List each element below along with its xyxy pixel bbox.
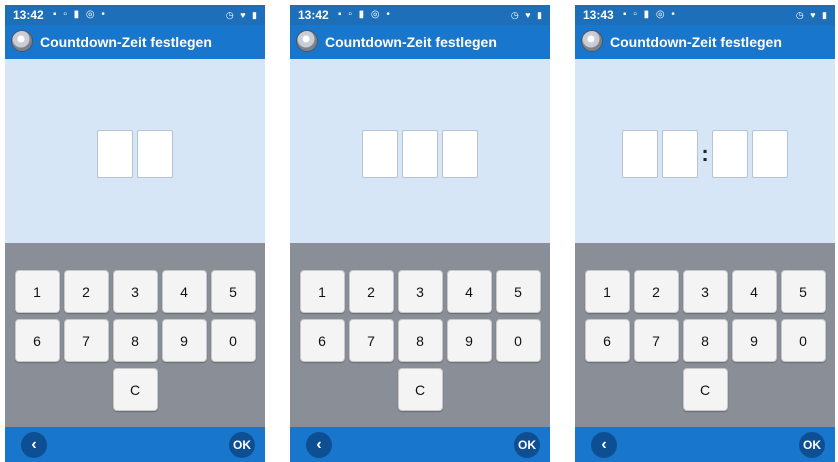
key-4[interactable]: 4 [161,270,207,313]
time-display [290,59,550,243]
digit-field[interactable] [97,130,133,178]
bottom-bar: ‹ OK [5,427,265,462]
phone-screen-3: 13:43 ▪ ▫ ▮ ◎ • ◷ ♥ ▮ Countdown-Zeit fes… [575,5,835,462]
page-title: Countdown-Zeit festlegen [40,34,212,50]
phone-screen-1: 13:42 ▪ ▫ ▮ ◎ • ◷ ♥ ▮ Countdown-Zeit fes… [5,5,265,462]
page-title: Countdown-Zeit festlegen [610,34,782,50]
key-0[interactable]: 0 [780,319,826,362]
key-2[interactable]: 2 [633,270,679,313]
title-bar: Countdown-Zeit festlegen [575,25,835,59]
page-title: Countdown-Zeit festlegen [325,34,497,50]
notification-icons: ▪ ▫ ▮ ◎ • [53,9,107,20]
title-bar: Countdown-Zeit festlegen [290,25,550,59]
digit-fields [290,129,550,179]
key-9[interactable]: 9 [161,319,207,362]
key-8[interactable]: 8 [112,319,158,362]
status-bar: 13:43 ▪ ▫ ▮ ◎ • ◷ ♥ ▮ [575,5,835,25]
back-button[interactable]: ‹ [306,432,332,458]
notification-icons: ▪ ▫ ▮ ◎ • [623,9,677,20]
back-button[interactable]: ‹ [591,432,617,458]
numeric-keypad: 1 2 3 4 5 6 7 8 9 0 C [290,243,550,427]
clear-key[interactable]: C [682,368,728,411]
key-9[interactable]: 9 [446,319,492,362]
time-display [5,59,265,243]
key-7[interactable]: 7 [633,319,679,362]
bottom-bar: ‹ OK [290,427,550,462]
key-6[interactable]: 6 [299,319,345,362]
digit-field[interactable] [362,130,398,178]
timer-app-icon [296,30,318,52]
key-2[interactable]: 2 [348,270,394,313]
system-status-icons: ◷ ♥ ▮ [510,10,544,20]
key-1[interactable]: 1 [14,270,60,313]
digit-field[interactable] [402,130,438,178]
numeric-keypad: 1 2 3 4 5 6 7 8 9 0 C [5,243,265,427]
status-time: 13:42 [13,8,44,22]
key-9[interactable]: 9 [731,319,777,362]
key-8[interactable]: 8 [682,319,728,362]
title-bar: Countdown-Zeit festlegen [5,25,265,59]
numeric-keypad: 1 2 3 4 5 6 7 8 9 0 C [575,243,835,427]
key-8[interactable]: 8 [397,319,443,362]
back-button[interactable]: ‹ [21,432,47,458]
key-5[interactable]: 5 [210,270,256,313]
key-3[interactable]: 3 [397,270,443,313]
key-1[interactable]: 1 [299,270,345,313]
ok-button[interactable]: OK [514,432,540,458]
key-6[interactable]: 6 [14,319,60,362]
system-status-icons: ◷ ♥ ▮ [795,10,829,20]
digit-field[interactable] [662,130,698,178]
digit-field[interactable] [137,130,173,178]
system-status-icons: ◷ ♥ ▮ [225,10,259,20]
ok-button[interactable]: OK [229,432,255,458]
key-0[interactable]: 0 [495,319,541,362]
digit-field[interactable] [442,130,478,178]
key-7[interactable]: 7 [63,319,109,362]
notification-icons: ▪ ▫ ▮ ◎ • [338,9,392,20]
key-1[interactable]: 1 [584,270,630,313]
timer-app-icon [581,30,603,52]
status-time: 13:42 [298,8,329,22]
key-4[interactable]: 4 [446,270,492,313]
time-separator: : [701,141,709,166]
status-time: 13:43 [583,8,614,22]
key-3[interactable]: 3 [112,270,158,313]
key-3[interactable]: 3 [682,270,728,313]
clear-key[interactable]: C [112,368,158,411]
key-2[interactable]: 2 [63,270,109,313]
digit-fields [5,129,265,179]
status-bar: 13:42 ▪ ▫ ▮ ◎ • ◷ ♥ ▮ [5,5,265,25]
key-4[interactable]: 4 [731,270,777,313]
key-5[interactable]: 5 [780,270,826,313]
time-display: : [575,59,835,243]
digit-field[interactable] [752,130,788,178]
ok-button[interactable]: OK [799,432,825,458]
digit-field[interactable] [712,130,748,178]
key-6[interactable]: 6 [584,319,630,362]
phone-screen-2: 13:42 ▪ ▫ ▮ ◎ • ◷ ♥ ▮ Countdown-Zeit fes… [290,5,550,462]
digit-field[interactable] [622,130,658,178]
status-bar: 13:42 ▪ ▫ ▮ ◎ • ◷ ♥ ▮ [290,5,550,25]
key-7[interactable]: 7 [348,319,394,362]
clear-key[interactable]: C [397,368,443,411]
key-0[interactable]: 0 [210,319,256,362]
digit-fields: : [575,129,835,179]
key-5[interactable]: 5 [495,270,541,313]
bottom-bar: ‹ OK [575,427,835,462]
timer-app-icon [11,30,33,52]
